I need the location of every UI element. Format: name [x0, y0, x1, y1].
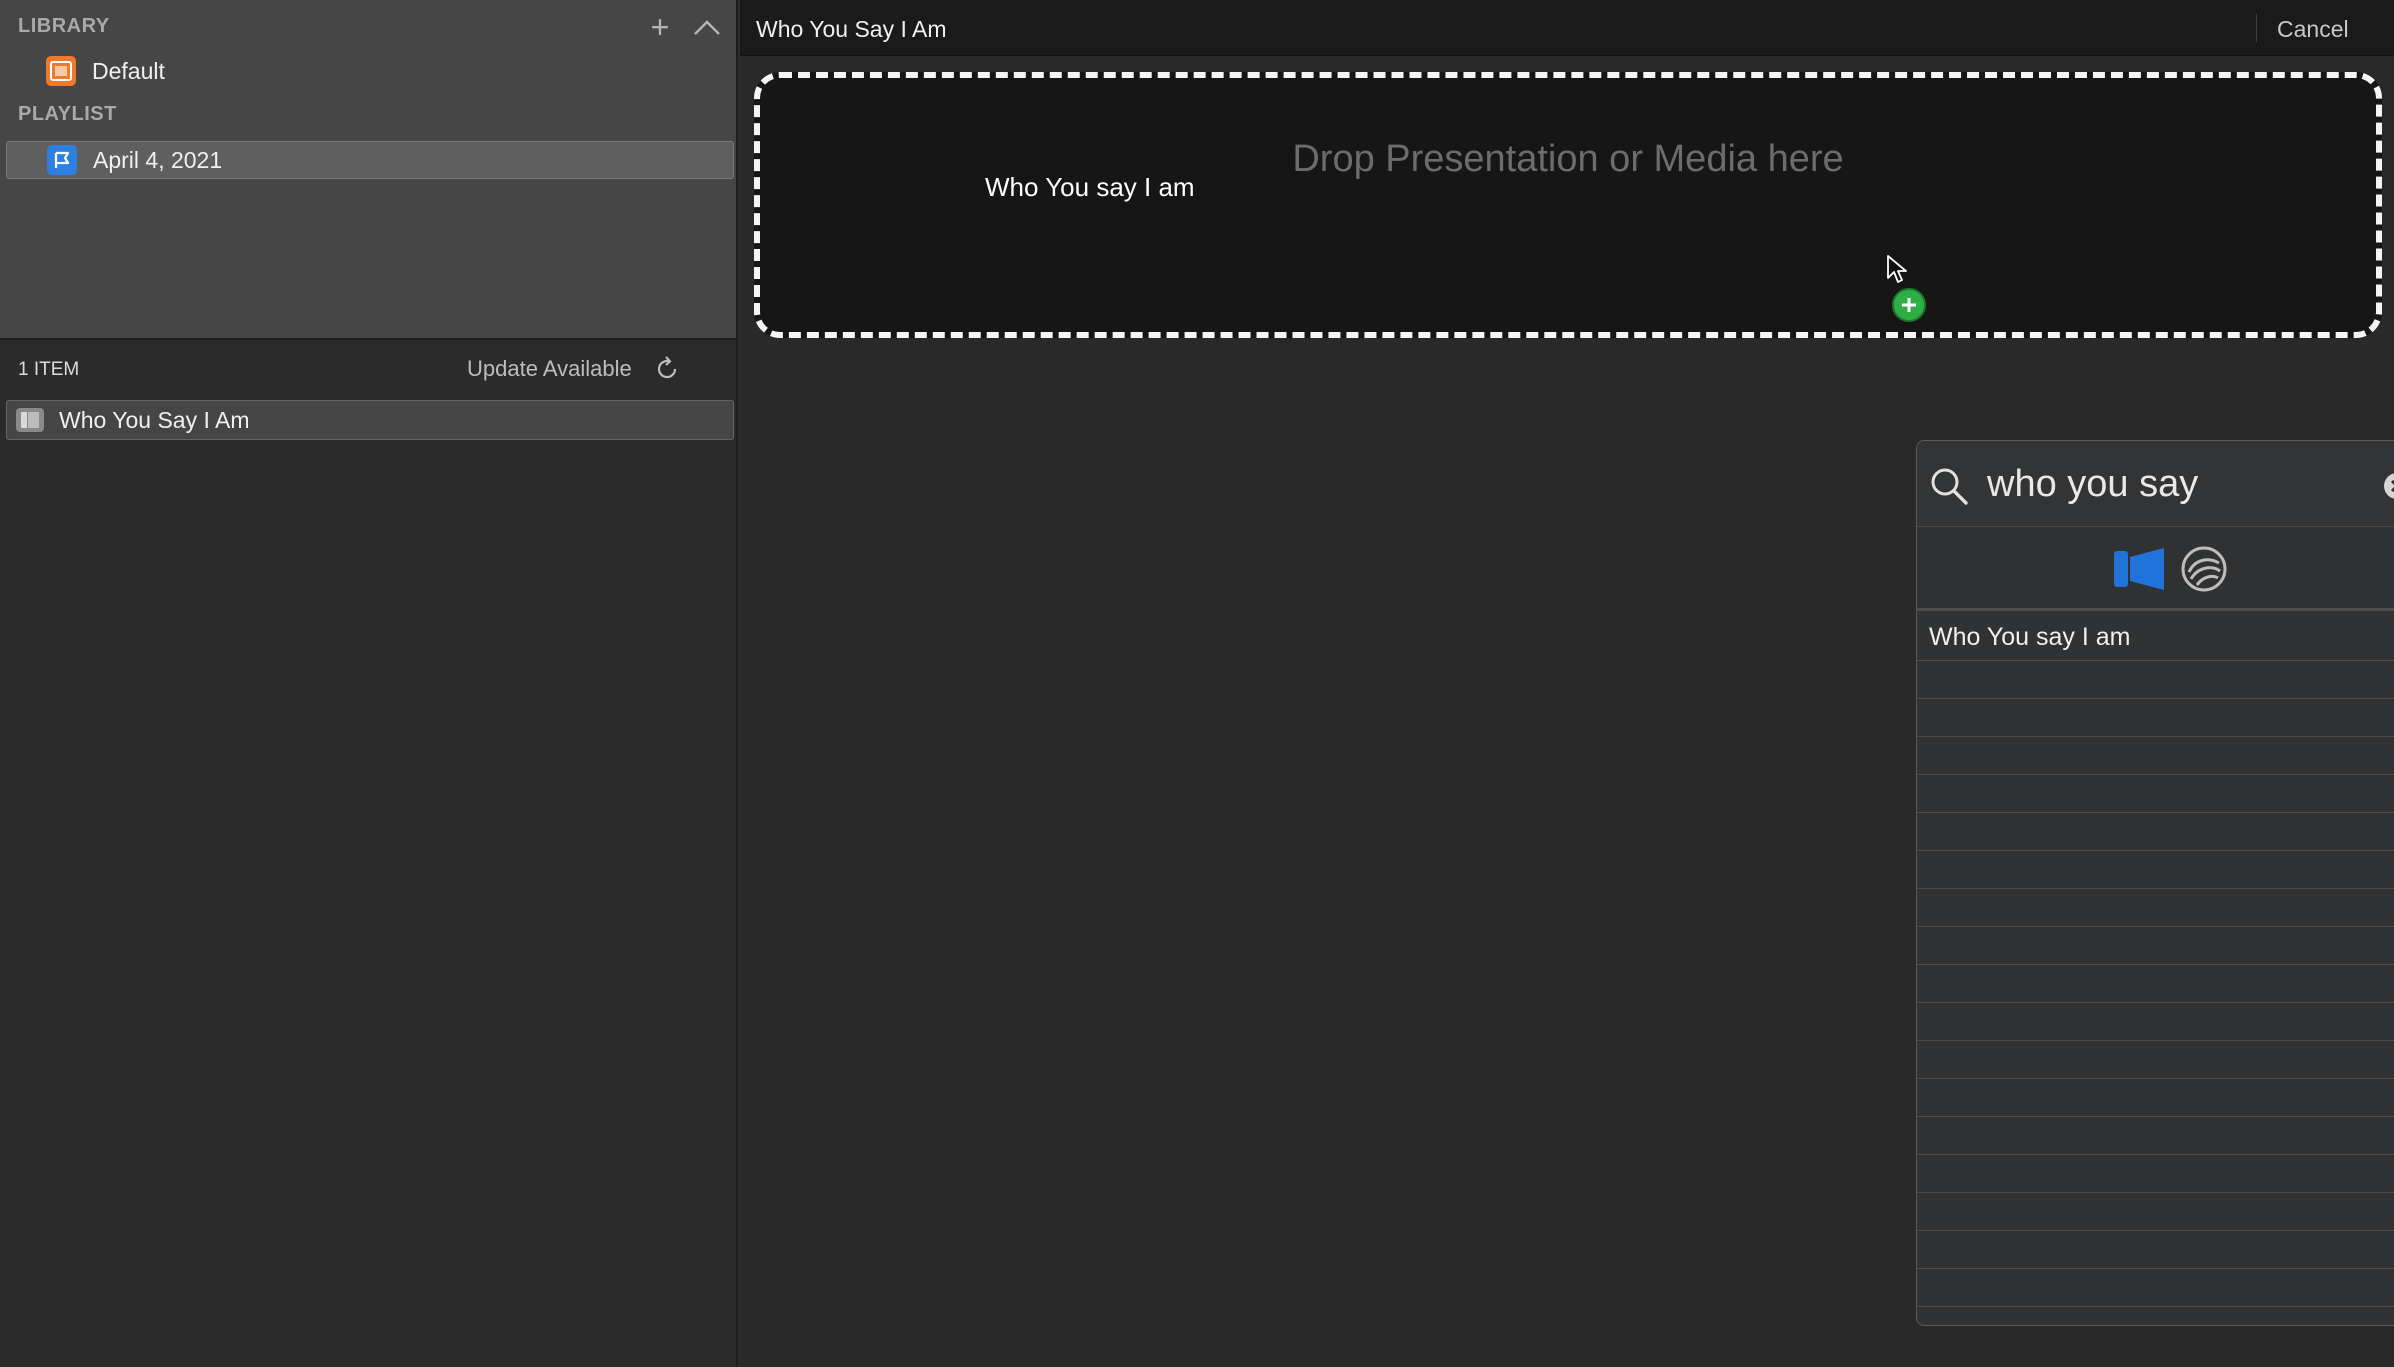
playlist-entry-who-you-say-i-am[interactable]: Who You Say I Am — [6, 400, 734, 440]
update-available-button[interactable]: Update Available — [467, 356, 632, 382]
search-results-list: Who You say I am — [1917, 614, 2394, 1325]
empty-row — [1917, 1041, 2394, 1079]
page-title: Who You Say I Am — [756, 16, 947, 42]
playlist-item-content: April 4, 2021 — [47, 142, 222, 178]
library-item-default[interactable]: Default — [46, 53, 165, 89]
cursor-icon — [1887, 255, 1907, 283]
playlist-item-label: April 4, 2021 — [93, 146, 223, 173]
refresh-icon[interactable] — [653, 355, 681, 383]
library-pane: LIBRARY + Default PLAYLIST April 4, 2021 — [0, 0, 736, 340]
playlist-item-april-4-2021[interactable]: April 4, 2021 — [6, 141, 734, 179]
empty-row — [1917, 1155, 2394, 1193]
empty-row — [1917, 737, 2394, 775]
empty-row — [1917, 927, 2394, 965]
add-icon[interactable]: + — [646, 11, 674, 43]
search-result-item[interactable]: Who You say I am — [1917, 614, 2394, 661]
drag-preview-label: Who You say I am — [985, 172, 1195, 202]
search-filter-bar — [1917, 527, 2394, 611]
empty-row — [1917, 813, 2394, 851]
items-count: 1 ITEM — [18, 359, 80, 380]
chevron-up-icon[interactable] — [692, 18, 722, 38]
empty-row — [1917, 1079, 2394, 1117]
empty-row — [1917, 1269, 2394, 1307]
items-toolbar: 1 ITEM Update Available — [0, 342, 736, 396]
search-input[interactable] — [1987, 459, 2357, 509]
sidebar: LIBRARY + Default PLAYLIST April 4, 2021… — [0, 0, 738, 1367]
main-area: Who You Say I Am Cancel Drop Presentatio… — [740, 0, 2394, 1367]
presentation-icon — [46, 56, 76, 86]
ccli-filter-icon[interactable] — [2179, 545, 2229, 593]
divider — [2256, 14, 2257, 42]
cancel-button[interactable]: Cancel — [2277, 16, 2349, 43]
empty-row — [1917, 851, 2394, 889]
search-icon — [1931, 468, 1968, 505]
playlist-header: PLAYLIST — [18, 103, 117, 125]
empty-row — [1917, 775, 2394, 813]
empty-row — [1917, 965, 2394, 1003]
add-badge-icon — [1892, 288, 1926, 322]
presentation-icon — [16, 408, 44, 432]
empty-row — [1917, 661, 2394, 699]
empty-row — [1917, 1003, 2394, 1041]
presentation-filter-icon[interactable] — [2113, 547, 2165, 591]
search-bar — [1917, 441, 2394, 527]
drop-zone[interactable]: Drop Presentation or Media here — [754, 72, 2382, 338]
flag-icon — [47, 145, 77, 175]
library-header: LIBRARY — [18, 15, 110, 37]
empty-row — [1917, 889, 2394, 927]
clear-search-icon[interactable] — [2383, 472, 2394, 500]
playlist-entry-label: Who You Say I Am — [59, 406, 250, 433]
title-bar: Who You Say I Am Cancel — [740, 0, 2394, 56]
app-window: LIBRARY + Default PLAYLIST April 4, 2021… — [0, 0, 2394, 1367]
search-popover: Who You say I am — [1916, 440, 2394, 1326]
empty-row — [1917, 1193, 2394, 1231]
library-item-label: Default — [92, 57, 165, 84]
empty-row — [1917, 1117, 2394, 1155]
empty-row — [1917, 1231, 2394, 1269]
empty-row — [1917, 699, 2394, 737]
